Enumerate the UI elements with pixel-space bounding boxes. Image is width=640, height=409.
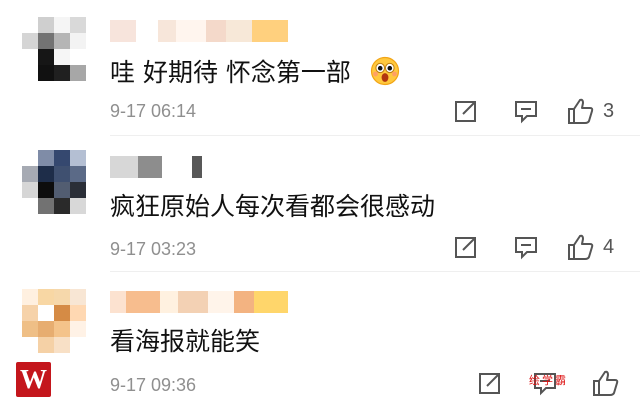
- comment-icon: [513, 234, 539, 260]
- username-obscured: [110, 156, 290, 178]
- like-count: 3: [603, 99, 615, 122]
- share-button[interactable]: [451, 96, 481, 126]
- comment-timestamp: 9-17 09:36: [110, 375, 197, 395]
- surprised-face-emoji-icon: [370, 56, 400, 86]
- comment-icon: [513, 98, 539, 124]
- comment-item: 疯狂原始人每次看都会很感动 9-17 03:23 4: [0, 136, 640, 272]
- comment-body: 哇 好期待 怀念第一部: [110, 58, 351, 87]
- like-button[interactable]: 3: [565, 96, 635, 126]
- reply-button[interactable]: [511, 232, 541, 262]
- share-icon: [453, 234, 479, 260]
- comment-text: 疯狂原始人每次看都会很感动: [110, 191, 435, 223]
- reply-button[interactable]: [511, 96, 541, 126]
- avatar[interactable]: [22, 289, 86, 353]
- like-count: 4: [603, 235, 615, 258]
- comment-text: 哇 好期待 怀念第一部: [110, 56, 400, 89]
- comment-body: 疯狂原始人每次看都会很感动: [110, 192, 436, 221]
- comment-item: 哇 好期待 怀念第一部 9-17 06:14 3: [0, 0, 640, 136]
- comment-timestamp: 9-17 06:14: [110, 101, 197, 121]
- like-button[interactable]: 4: [565, 232, 635, 262]
- comment-timestamp: 9-17 03:23: [110, 239, 197, 259]
- like-button[interactable]: [590, 368, 640, 398]
- watermark-logo: W: [16, 362, 51, 397]
- thumbs-up-icon: [590, 368, 620, 398]
- watermark-text: 绘学霸: [529, 374, 568, 387]
- comment-item: 看海报就能笑 9-17 09:36: [0, 272, 640, 409]
- share-button[interactable]: [475, 368, 505, 398]
- username-obscured: [110, 291, 290, 313]
- username-obscured: [110, 20, 290, 42]
- thumbs-up-icon: [565, 232, 595, 262]
- avatar[interactable]: [22, 150, 86, 214]
- thumbs-up-icon: [565, 96, 595, 126]
- comment-list-screen: 哇 好期待 怀念第一部 9-17 06:14 3 疯狂原始人每次看都会很感动 9…: [0, 0, 640, 409]
- share-button[interactable]: [451, 232, 481, 262]
- share-icon: [477, 370, 503, 396]
- avatar[interactable]: [22, 17, 86, 81]
- comment-body: 看海报就能笑: [110, 327, 261, 356]
- share-icon: [453, 98, 479, 124]
- comment-text: 看海报就能笑: [110, 326, 260, 358]
